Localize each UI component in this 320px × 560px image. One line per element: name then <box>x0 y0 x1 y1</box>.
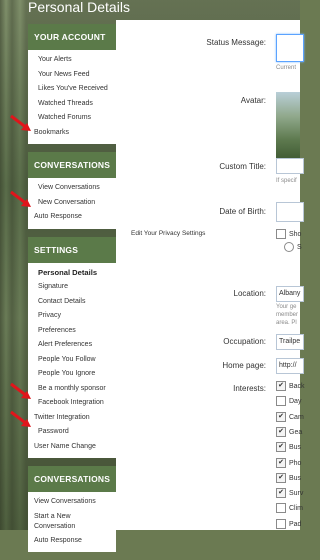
status-hint: Current <box>276 65 297 71</box>
interest-label: Pho <box>289 459 302 467</box>
interest-label: Surv <box>289 489 304 497</box>
annotation-arrow-twitter <box>10 382 31 399</box>
conversations-block: CONVERSATIONS View Conversations New Con… <box>28 152 116 229</box>
sidebar-item-likes-received[interactable]: Likes You've Received <box>28 82 116 97</box>
custom-title-label: Custom Title: <box>219 162 266 171</box>
interest-option[interactable]: Day <box>276 396 302 407</box>
annotation-arrow-user-name-change <box>10 410 31 427</box>
sidebar-item-people-you-ignore[interactable]: People You Ignore <box>28 367 116 382</box>
sidebar-item-news-feed[interactable]: Your News Feed <box>28 68 116 83</box>
privacy-option-1[interactable]: Sho <box>276 229 301 239</box>
sidebar-item-signature[interactable]: Signature <box>28 280 116 295</box>
sidebar-item-bookmarks[interactable]: Bookmarks <box>28 126 116 141</box>
dob-input[interactable] <box>276 202 304 222</box>
interest-option[interactable]: Pad <box>276 518 302 529</box>
sidebar-item-new-conversation[interactable]: New Conversation <box>28 196 116 211</box>
custom-title-input[interactable] <box>276 158 304 174</box>
personal-details-form: Status Message: Current Avatar: Custom T… <box>116 20 305 530</box>
interest-option[interactable]: ✔ Bus <box>276 442 302 453</box>
interest-checkbox[interactable]: ✔ <box>276 457 286 468</box>
page-title: Personal Details <box>28 0 130 15</box>
sidebar-item-view-conversations[interactable]: View Conversations <box>28 181 116 196</box>
interest-checkbox[interactable]: ✔ <box>276 472 286 483</box>
avatar-image[interactable] <box>276 92 300 160</box>
sidebar-item-auto-response[interactable]: Auto Response <box>28 210 116 225</box>
interest-label: Gea <box>289 428 303 436</box>
sidebar-item-privacy[interactable]: Privacy <box>28 309 116 324</box>
sidebar-item-watched-forums[interactable]: Watched Forums <box>28 111 116 126</box>
sidebar-item-password[interactable]: Password <box>28 425 116 440</box>
dob-label: Date of Birth: <box>219 207 266 216</box>
location-hint-1: Your ge <box>276 304 297 310</box>
interest-checkbox[interactable]: ✔ <box>276 426 286 437</box>
interest-checkbox[interactable]: ✔ <box>276 411 286 422</box>
interest-checkbox[interactable] <box>276 503 286 514</box>
interest-option[interactable]: Clim <box>276 503 303 514</box>
interest-label: Day <box>289 398 302 406</box>
annotation-arrow-auto-response <box>10 190 31 207</box>
status-message-input[interactable] <box>276 34 304 62</box>
interest-label: Bus <box>289 444 302 452</box>
avatar-label: Avatar: <box>240 96 266 105</box>
sidebar-item-watched-threads[interactable]: Watched Threads <box>28 97 116 112</box>
sidebar-item-monthly-sponsor[interactable]: Be a monthly sponsor <box>28 382 116 397</box>
interest-label: Pad <box>289 520 302 528</box>
sidebar-item-people-you-follow[interactable]: People You Follow <box>28 353 116 368</box>
privacy-checkbox[interactable] <box>276 229 286 239</box>
privacy-radio[interactable] <box>284 242 294 252</box>
sidebar-item-your-alerts[interactable]: Your Alerts <box>28 53 116 68</box>
sidebar-item-facebook-integration[interactable]: Facebook Integration <box>28 396 116 411</box>
settings-block: SETTINGS Personal Details Signature Cont… <box>28 236 116 458</box>
interest-checkbox[interactable] <box>276 518 286 529</box>
annotation-arrow-bookmarks <box>10 114 31 131</box>
occupation-label: Occupation: <box>223 337 266 346</box>
occupation-input[interactable]: Trailpe <box>276 334 304 350</box>
custom-title-hint: If specif <box>276 178 297 184</box>
interest-label: Back <box>289 382 305 390</box>
sidebar-item-contact-details[interactable]: Contact Details <box>28 295 116 310</box>
sidebar-item-preferences[interactable]: Preferences <box>28 324 116 339</box>
conversations-heading: CONVERSATIONS <box>28 152 116 178</box>
sidebar-item-view-conversations-2[interactable]: View Conversations <box>28 495 116 510</box>
homepage-label: Home page: <box>222 361 266 370</box>
interest-label: Cam <box>289 413 304 421</box>
conversations-heading-2: CONVERSATIONS <box>28 466 116 492</box>
privacy-option-2[interactable]: S <box>284 242 302 252</box>
interest-option[interactable]: ✔ Surv <box>276 488 304 499</box>
location-input[interactable]: Albany <box>276 286 304 302</box>
homepage-input[interactable]: http:// <box>276 358 304 374</box>
conversations-block-2: CONVERSATIONS View Conversations Start a… <box>28 466 116 552</box>
interest-label: Clim <box>289 505 303 513</box>
interest-checkbox[interactable]: ✔ <box>276 488 286 499</box>
interest-option[interactable]: ✔ Back <box>276 381 305 391</box>
location-label: Location: <box>233 289 266 298</box>
interests-label: Interests: <box>233 384 266 393</box>
interest-option[interactable]: ✔ Bus <box>276 472 302 483</box>
your-account-block: YOUR ACCOUNT Your Alerts Your News Feed … <box>28 24 116 144</box>
settings-heading: SETTINGS <box>28 236 116 263</box>
sidebar-item-user-name-change[interactable]: User Name Change <box>28 440 116 455</box>
location-hint-3: area. Pl <box>276 320 297 326</box>
location-hint-2: member <box>276 312 299 318</box>
interest-label: Bus <box>289 474 302 482</box>
sidebar-item-auto-response-2[interactable]: Auto Response <box>28 534 116 549</box>
interest-checkbox[interactable] <box>276 396 286 407</box>
interest-option[interactable]: ✔ Pho <box>276 457 302 468</box>
interest-checkbox[interactable]: ✔ <box>276 442 286 453</box>
interest-checkbox[interactable]: ✔ <box>276 381 286 391</box>
sidebar-item-alert-preferences[interactable]: Alert Preferences <box>28 338 116 353</box>
sidebar-item-personal-details[interactable]: Personal Details <box>28 266 116 281</box>
privacy-settings-label: Edit Your Privacy Settings <box>131 230 206 237</box>
your-account-heading: YOUR ACCOUNT <box>28 24 116 50</box>
interest-option[interactable]: ✔ Cam <box>276 411 304 422</box>
sidebar-item-twitter-integration[interactable]: Twitter Integration <box>28 411 116 426</box>
account-sidebar: YOUR ACCOUNT Your Alerts Your News Feed … <box>28 24 116 560</box>
status-label: Status Message: <box>206 38 266 47</box>
interest-option[interactable]: ✔ Gea <box>276 426 303 437</box>
